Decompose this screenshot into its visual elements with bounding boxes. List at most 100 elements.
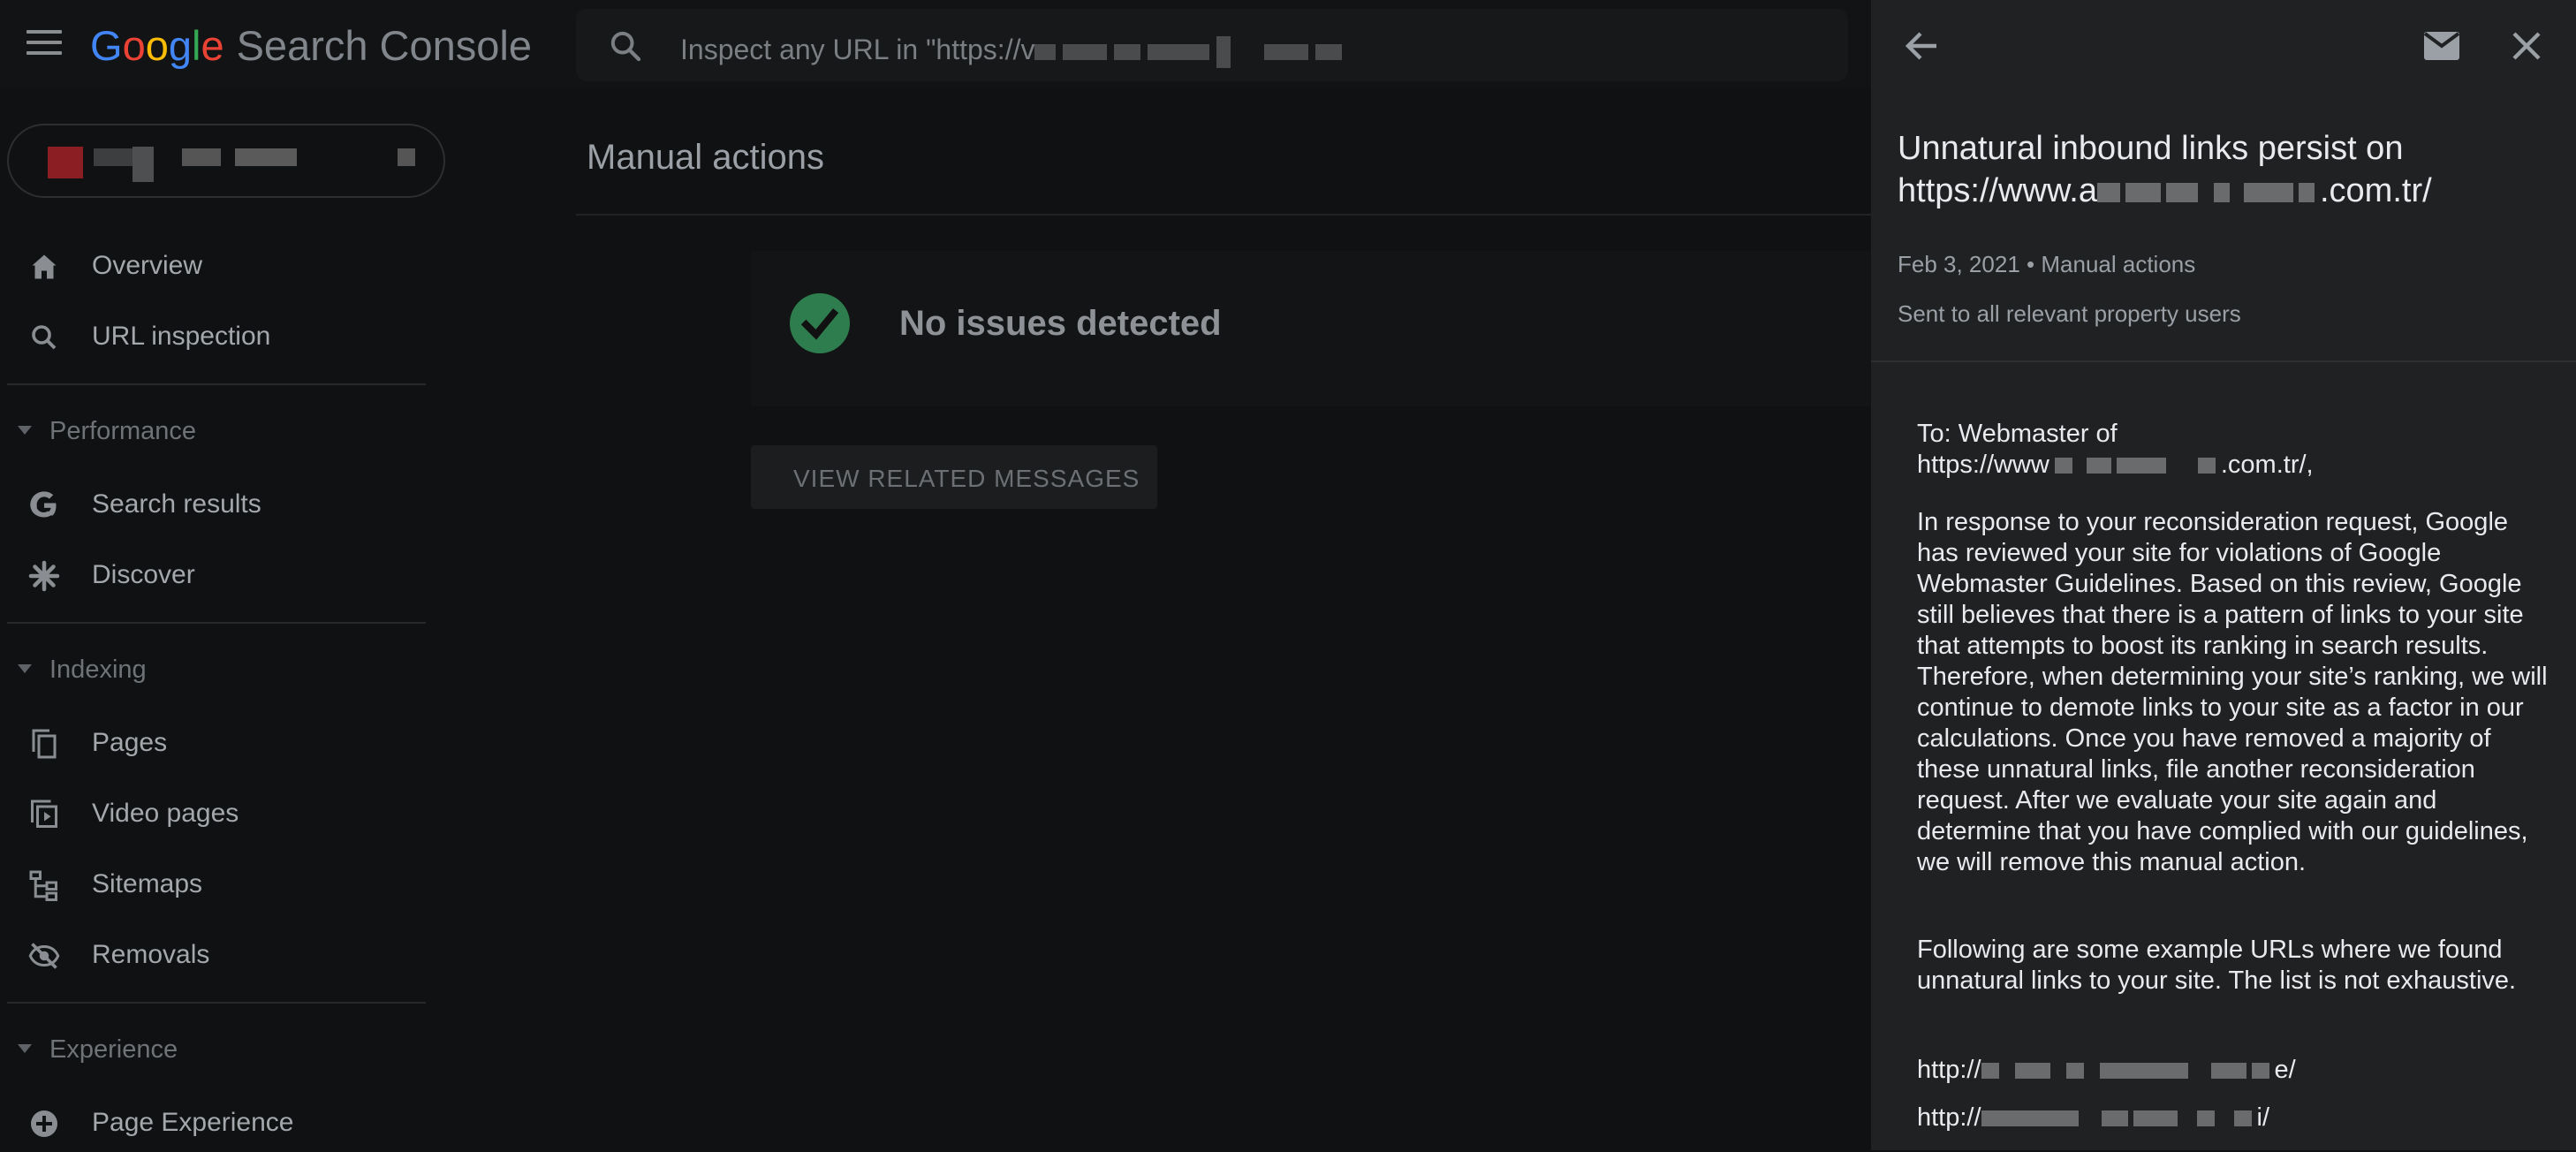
message-meta: Feb 3, 2021 • Manual actions <box>1898 251 2195 278</box>
view-related-messages-button[interactable]: VIEW RELATED MESSAGES <box>751 445 1157 509</box>
redacted-text <box>2096 182 2120 202</box>
title-url-prefix: https://www.a <box>1898 172 2097 209</box>
example-url-suffix: e/ <box>2274 1056 2296 1084</box>
to-url-prefix: https://www <box>1917 451 2049 479</box>
sidebar-item-label: Overview <box>92 251 203 280</box>
redacted-text <box>2116 458 2166 474</box>
sidebar-item-sitemaps[interactable]: Sitemaps <box>0 852 426 913</box>
redacted-text <box>2298 182 2315 202</box>
search-icon <box>32 325 57 350</box>
page-title: Manual actions <box>587 138 825 177</box>
sidebar-item-label: Search results <box>92 489 261 519</box>
section-indexing[interactable]: Indexing <box>0 643 426 696</box>
back-arrow-icon[interactable] <box>1901 25 1943 67</box>
search-input[interactable]: Inspect any URL in "https://v <box>680 34 1349 68</box>
example-url[interactable]: http:// i/ <box>1917 1103 2553 1133</box>
message-to: To: Webmaster of https://www .com.tr/, <box>1917 419 2553 481</box>
sidebar-item-label: Removals <box>92 940 210 969</box>
pages-icon <box>32 729 57 759</box>
message-title-line1: Unnatural inbound links persist on <box>1898 130 2404 167</box>
caret-down-icon <box>18 664 32 673</box>
redacted-text <box>2101 1110 2128 1127</box>
search-console-logo[interactable]: Google Search Console <box>90 21 532 70</box>
video-pages-icon <box>31 800 57 828</box>
close-icon[interactable] <box>2505 25 2548 67</box>
sidebar-item-video-pages[interactable]: Video pages <box>0 781 426 843</box>
title-url-suffix: .com.tr/ <box>2319 172 2432 209</box>
removals-eye-off-icon <box>28 943 60 969</box>
redacted-text <box>2251 1063 2269 1080</box>
redacted-text <box>133 147 154 182</box>
redacted-text <box>2054 458 2072 474</box>
redacted-text <box>1034 43 1057 60</box>
logo-letter: g <box>168 22 192 69</box>
section-performance[interactable]: Performance <box>0 405 426 458</box>
sidebar-item-url-inspection[interactable]: URL inspection <box>0 304 426 366</box>
redacted-text <box>2165 182 2198 202</box>
redacted-text <box>2233 1110 2252 1127</box>
redacted-text <box>2014 1063 2050 1080</box>
sidebar-item-overview[interactable]: Overview <box>0 233 426 295</box>
redacted-text <box>2086 458 2111 474</box>
redacted-text <box>182 148 221 166</box>
search-placeholder: Inspect any URL in "https://v <box>680 34 1035 65</box>
message-paragraph-2: Following are some example URLs where we… <box>1917 936 2517 995</box>
redacted-text <box>2065 1063 2084 1080</box>
to-url: https://www .com.tr/, <box>1917 450 2553 481</box>
sidebar-item-label: Sitemaps <box>92 869 203 898</box>
redacted-text <box>1264 43 1309 60</box>
sidebar-item-label: Video pages <box>92 799 239 828</box>
url-inspect-search-bar[interactable]: Inspect any URL in "https://v <box>576 9 1848 81</box>
example-url-prefix: http:// <box>1917 1056 1981 1084</box>
message-title-line2: https://www.a .com.tr/ <box>1898 170 2551 212</box>
sidebar-item-label: Pages <box>92 728 168 757</box>
redacted-text <box>398 148 415 166</box>
property-selector[interactable] <box>7 124 445 198</box>
section-title: Experience <box>49 1035 178 1064</box>
message-recipients: Sent to all relevant property users <box>1898 300 2241 327</box>
section-experience[interactable]: Experience <box>0 1023 426 1076</box>
redacted-text <box>235 148 297 166</box>
redacted-text <box>2133 1110 2178 1127</box>
hamburger-menu-icon[interactable] <box>27 30 62 57</box>
page-experience-icon <box>31 1110 57 1137</box>
redacted-text <box>2243 182 2293 202</box>
example-url[interactable]: http:// e/ <box>1917 1055 2553 1086</box>
property-favicon <box>48 147 83 178</box>
home-icon <box>32 254 57 279</box>
to-url-suffix: .com.tr/, <box>2220 451 2314 479</box>
message-paragraph-1: In response to your reconsideration requ… <box>1917 508 2548 876</box>
mail-icon[interactable] <box>2421 25 2463 67</box>
panel-divider <box>1871 360 2576 362</box>
status-card: No issues detected <box>751 251 1871 406</box>
redacted-text <box>1063 43 1108 60</box>
sidebar-item-label: Discover <box>92 560 195 589</box>
meta-separator: • <box>2027 251 2035 277</box>
sidebar-item-label: Page Experience <box>92 1108 294 1137</box>
sidebar-item-search-results[interactable]: Search results <box>0 472 426 534</box>
sitemaps-icon <box>29 870 57 901</box>
example-url-suffix: i/ <box>2256 1103 2270 1132</box>
sidebar-divider <box>7 1002 426 1004</box>
caret-down-icon <box>18 426 32 435</box>
sidebar-item-page-experience[interactable]: Page Experience <box>0 1090 426 1152</box>
example-url-prefix: http:// <box>1917 1103 1981 1132</box>
search-icon <box>610 31 641 62</box>
message-date: Feb 3, 2021 <box>1898 251 2020 277</box>
caret-down-icon <box>18 1044 32 1053</box>
redacted-text <box>1114 43 1141 60</box>
redacted-text <box>2196 1110 2215 1127</box>
header-divider <box>576 214 1871 216</box>
message-category: Manual actions <box>2041 251 2196 277</box>
sidebar-item-discover[interactable]: Discover <box>0 542 426 604</box>
sidebar-item-pages[interactable]: Pages <box>0 710 426 772</box>
redacted-text <box>2125 182 2161 202</box>
button-label: VIEW RELATED MESSAGES <box>793 465 1140 492</box>
redacted-text <box>2213 182 2230 202</box>
redacted-text <box>2210 1063 2246 1080</box>
message-title: Unnatural inbound links persist on https… <box>1898 127 2551 212</box>
sidebar-item-removals[interactable]: Removals <box>0 922 426 984</box>
redacted-text <box>1315 43 1343 60</box>
sidebar-divider <box>7 622 426 624</box>
google-g-icon <box>30 491 57 518</box>
